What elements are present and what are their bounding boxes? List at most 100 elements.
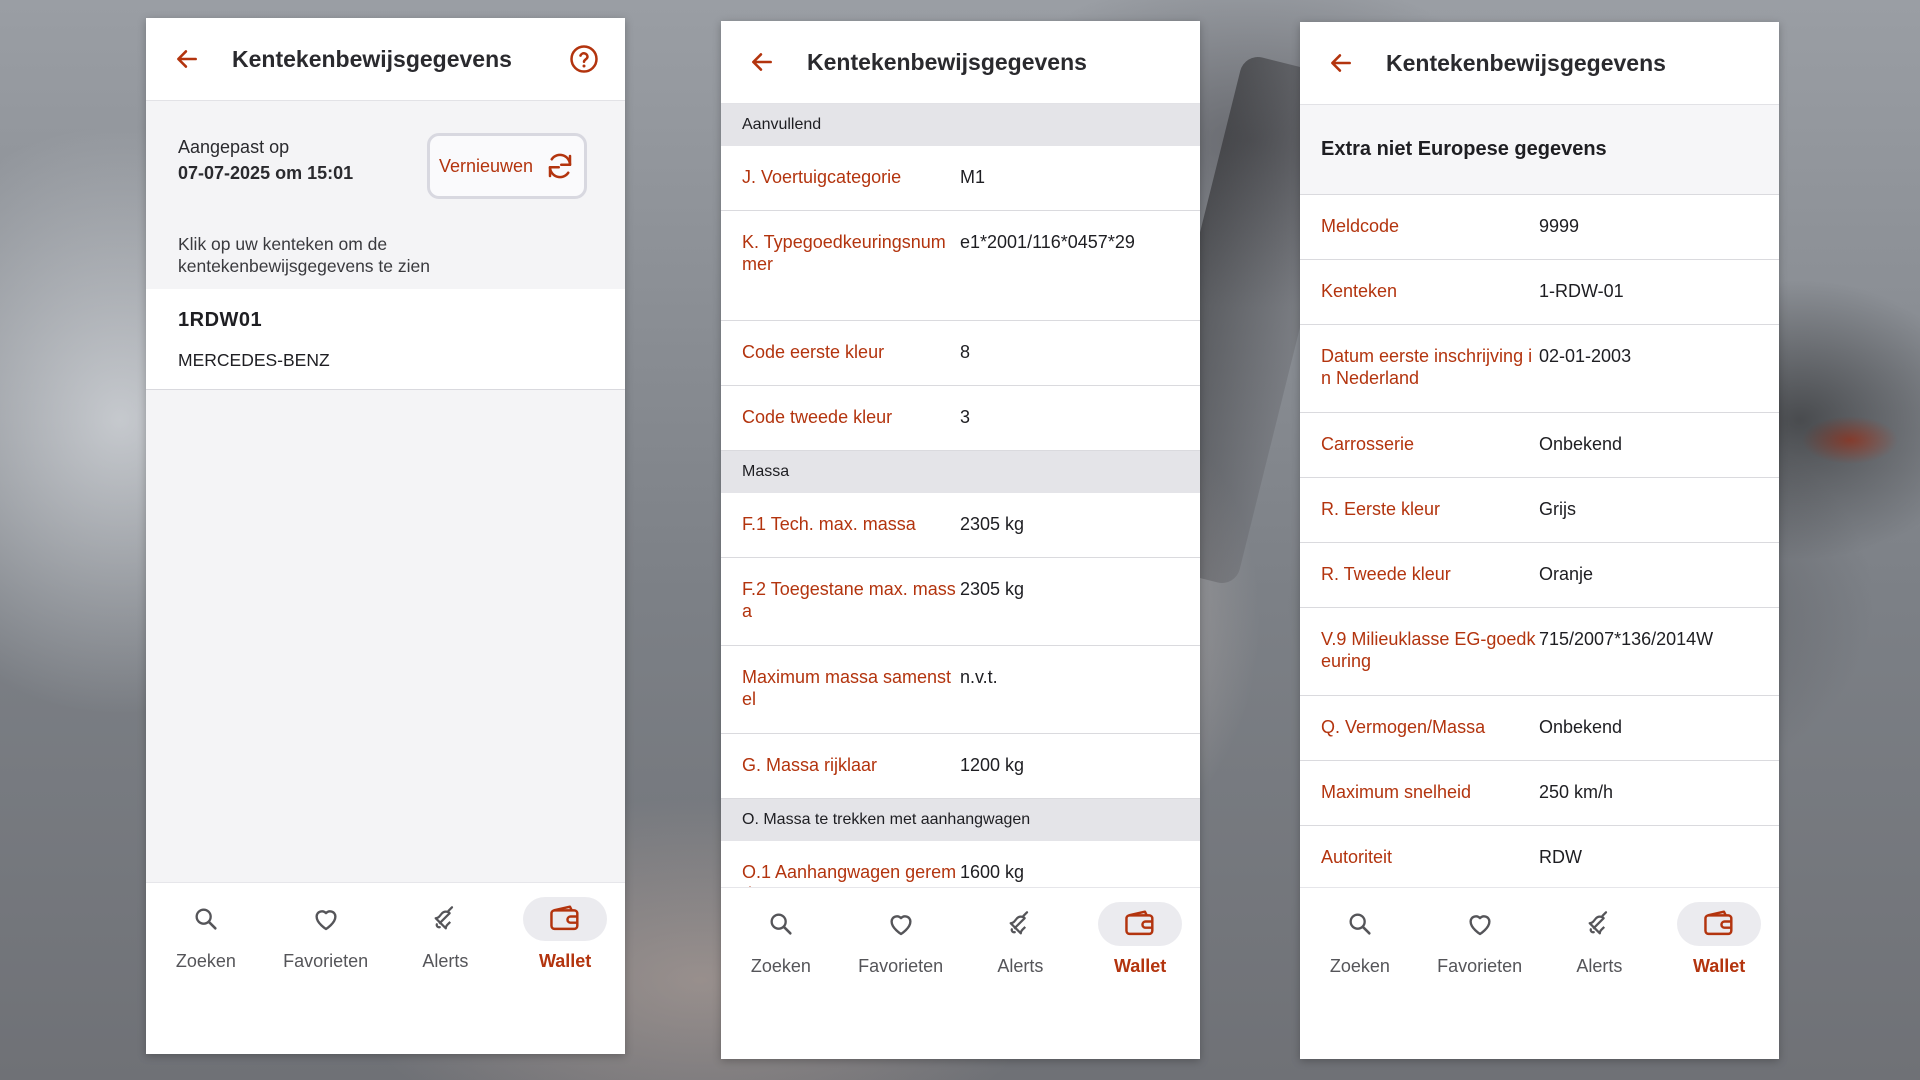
nav-icon-container: [523, 897, 608, 941]
row-value: 715/2007*136/2014W: [1539, 629, 1714, 649]
bottom-nav: Zoeken Favorieten Alerts Wallet: [1300, 887, 1779, 1059]
detail-row: Kenteken 1-RDW-01: [1300, 260, 1779, 325]
refresh-button[interactable]: Vernieuwen: [427, 133, 587, 199]
detail-row: R. Eerste kleur Grijs: [1300, 478, 1779, 543]
nav-label: Favorieten: [283, 951, 369, 971]
nav-favorieten[interactable]: Favorieten: [846, 902, 956, 1059]
nav-icon-container: [978, 902, 1062, 946]
detail-row: Code tweede kleur 3: [721, 386, 1200, 451]
detail-row: Maximum snelheid 250 km/h: [1300, 761, 1779, 826]
row-key: K. Typegoedkeuringsnummer: [742, 232, 946, 274]
arrow-left-icon: [752, 53, 772, 71]
nav-label: Wallet: [1692, 956, 1746, 976]
app-bar: Kentekenbewijsgegevens: [1300, 22, 1779, 105]
screen-details-national: Kentekenbewijsgegevens Extra niet Europe…: [1300, 22, 1779, 1059]
row-value: 02-01-2003: [1539, 346, 1632, 366]
page-title: Kentekenbewijsgegevens: [807, 48, 1087, 75]
nav-favorieten[interactable]: Favorieten: [1425, 902, 1535, 1059]
nav-label: Zoeken: [175, 951, 236, 971]
details-list[interactable]: Aanvullend J. Voertuigcategorie M1 K. Typ…: [721, 104, 1200, 887]
nav-wallet[interactable]: Wallet: [1085, 902, 1195, 1059]
nav-label: Zoeken: [750, 956, 811, 976]
back-button[interactable]: [735, 35, 789, 89]
row-value: 1600 kg: [960, 862, 1025, 882]
nav-label: Alerts: [422, 951, 469, 971]
row-key: Q. Vermogen/Massa: [1321, 717, 1486, 737]
nav-favorieten[interactable]: Favorieten: [271, 897, 381, 1054]
back-button[interactable]: [1314, 36, 1368, 90]
row-value: 1200 kg: [960, 755, 1025, 775]
license-plate: 1RDW01: [178, 309, 263, 331]
nav-zoeken[interactable]: Zoeken: [726, 902, 836, 1059]
nav-wallet[interactable]: Wallet: [510, 897, 620, 1054]
row-key: F.2 Toegestane max. massa: [742, 579, 956, 621]
nav-alerts[interactable]: Alerts: [965, 902, 1075, 1059]
bell-icon: [1588, 911, 1608, 935]
back-button[interactable]: [160, 32, 214, 86]
row-key: O.1 Aanhangwagen geremd: [742, 862, 957, 887]
row-value: M1: [960, 167, 986, 187]
heart-icon: [890, 915, 912, 936]
bell-icon: [1009, 911, 1029, 935]
search-icon: [195, 908, 217, 930]
row-key: F.1 Tech. max. massa: [742, 514, 916, 534]
heart-icon: [1469, 915, 1491, 936]
nav-label: Alerts: [997, 956, 1044, 976]
detail-row: Meldcode 9999: [1300, 195, 1779, 260]
refresh-icon: [548, 153, 572, 179]
detail-row: Maximum massa samenstel n.v.t.: [721, 646, 1200, 734]
row-value: Oranje: [1539, 564, 1594, 584]
search-icon: [770, 913, 792, 935]
nav-label: Favorieten: [858, 956, 944, 976]
nav-zoeken[interactable]: Zoeken: [1305, 902, 1415, 1059]
nav-alerts[interactable]: Alerts: [390, 897, 500, 1054]
nav-zoeken[interactable]: Zoeken: [151, 897, 261, 1054]
row-key: Autoriteit: [1321, 847, 1393, 867]
vehicle-card[interactable]: 1RDW01 MERCEDES-BENZ: [146, 289, 625, 390]
details-list[interactable]: Extra niet Europese gegevens Meldcode 999…: [1300, 105, 1779, 887]
row-value: 2305 kg: [960, 514, 1025, 534]
row-key: V.9 Milieuklasse EG-goedkeuring: [1321, 629, 1536, 671]
bottom-nav: Zoeken Favorieten Alerts Wallet: [146, 882, 625, 1054]
nav-label: Zoeken: [1329, 956, 1390, 976]
detail-row: J. Voertuigcategorie M1: [721, 146, 1200, 211]
nav-icon-container: [739, 902, 823, 946]
nav-icon-container: [1677, 902, 1762, 946]
last-updated: Aangepast op 07-07-2025 om 15:01 Vernieu…: [146, 101, 625, 225]
overview-content: Aangepast op 07-07-2025 om 15:01 Vernieu…: [146, 101, 625, 882]
row-key: Code eerste kleur: [742, 342, 885, 362]
updated-label: Aangepast op: [178, 137, 290, 157]
help-button[interactable]: [557, 32, 611, 86]
section-header: Massa: [721, 451, 1200, 493]
row-value: Onbekend: [1539, 434, 1623, 454]
detail-row: F.2 Toegestane max. massa 2305 kg: [721, 558, 1200, 646]
bottom-nav: Zoeken Favorieten Alerts Wallet: [721, 887, 1200, 1059]
search-icon: [1349, 913, 1371, 935]
wallet-icon: [1125, 910, 1154, 936]
row-value: Grijs: [1539, 499, 1576, 519]
page-title: Kentekenbewijsgegevens: [1386, 49, 1666, 76]
row-value: e1*2001/116*0457*29: [960, 232, 1135, 252]
instruction-text: Klik op uw kenteken om de kentekenbewijs…: [178, 234, 430, 276]
nav-icon-container: [164, 897, 248, 941]
screen-overview: Kentekenbewijsgegevens Aangepast op 07-0…: [146, 18, 625, 1054]
vehicle-brand: MERCEDES-BENZ: [178, 350, 330, 370]
detail-row: K. Typegoedkeuringsnummer e1*2001/116*045…: [721, 211, 1200, 321]
nav-icon-container: [403, 897, 487, 941]
nav-label: Wallet: [538, 951, 592, 971]
row-value: 2305 kg: [960, 579, 1025, 599]
help-icon: [570, 45, 598, 73]
refresh-label: Vernieuwen: [438, 155, 534, 176]
section-header: Aanvullend: [721, 104, 1200, 146]
detail-row: O.1 Aanhangwagen geremd1600 kg: [721, 841, 1200, 887]
nav-wallet[interactable]: Wallet: [1664, 902, 1774, 1059]
row-value: Onbekend: [1539, 717, 1623, 737]
detail-row: Carrosserie Onbekend: [1300, 413, 1779, 478]
detail-row: Code eerste kleur 8: [721, 321, 1200, 386]
detail-row: Datum eerste inschrijving in Nederland 02…: [1300, 325, 1779, 413]
nav-alerts[interactable]: Alerts: [1544, 902, 1654, 1059]
row-value: 8: [960, 342, 971, 362]
nav-icon-container: [1557, 902, 1641, 946]
nav-icon-container: [284, 897, 368, 941]
row-value: RDW: [1539, 847, 1582, 867]
